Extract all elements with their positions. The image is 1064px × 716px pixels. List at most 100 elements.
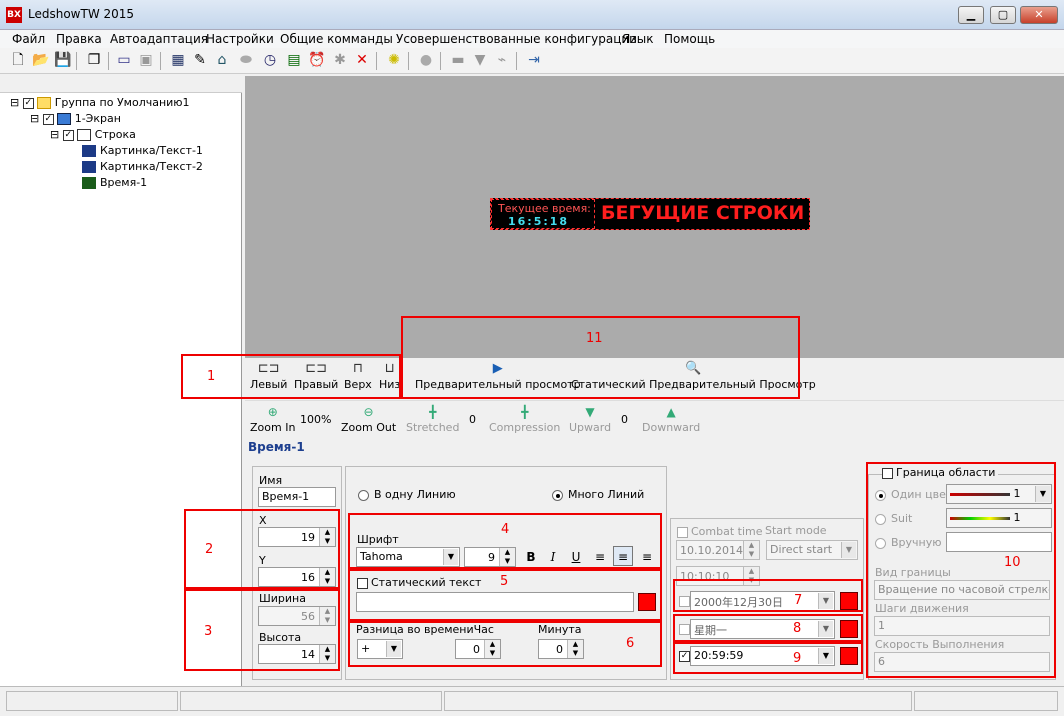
tree-item-time-1[interactable]: Время-1: [82, 176, 147, 189]
upward-button[interactable]: ▼ Upward: [569, 403, 611, 434]
stop-icon[interactable]: ●: [418, 52, 434, 68]
menu-settings[interactable]: Настройки: [206, 32, 274, 46]
usb-icon[interactable]: ⌁: [494, 52, 510, 68]
tree-item-text-1[interactable]: Картинка/Текст-1: [82, 144, 203, 157]
status-cell: [444, 691, 912, 711]
house-icon[interactable]: ⌂: [214, 52, 230, 68]
ellipse-icon[interactable]: ⬬: [238, 52, 254, 68]
bulb-icon[interactable]: ✺: [386, 52, 402, 68]
multi-line-label: Много Линий: [568, 488, 645, 501]
minimize-button[interactable]: ▁: [958, 6, 984, 24]
status-cell: [914, 691, 1058, 711]
upward-label: Upward: [569, 421, 612, 434]
tree-item-label: Картинка/Текст-2: [100, 160, 203, 173]
status-cell: [180, 691, 442, 711]
tree-node-group[interactable]: ⊟ ✓ Группа по Умолчанию1: [10, 96, 190, 109]
combat-time-checkbox[interactable]: Combat time: [677, 525, 763, 538]
menu-language[interactable]: Язык: [622, 32, 653, 46]
status-bar: [0, 686, 1064, 716]
downward-button[interactable]: ▲ Downward: [642, 403, 700, 434]
clock-icon[interactable]: ◷: [262, 52, 278, 68]
compression-label: Compression: [489, 421, 561, 434]
title-bar: BX LedshowTW 2015 ▁ ▢ ✕: [0, 0, 1064, 30]
tree-node-screen[interactable]: ⊟ ✓ 1-Экран: [30, 112, 121, 125]
zoom-toolbar: ⊕ Zoom In 100% ⊖ Zoom Out ╋ Stretched 0 ╋ Co…: [245, 400, 1064, 438]
multi-line-radio[interactable]: Много Линий: [552, 488, 644, 501]
edit-icon[interactable]: ✎: [192, 52, 208, 68]
grid-icon[interactable]: ▦: [170, 52, 186, 68]
maximize-button[interactable]: ▢: [990, 6, 1016, 24]
zoom-out-button[interactable]: ⊖ Zoom Out: [341, 403, 396, 434]
annotation-number: 11: [586, 331, 603, 346]
image-icon[interactable]: ▣: [138, 52, 154, 68]
grid-icon: [82, 145, 96, 157]
single-line-label: В одну Линию: [374, 488, 456, 501]
zoom-in-label: Zoom In: [250, 421, 296, 434]
menu-advanced-config[interactable]: Усовершенствованные конфигурации: [396, 32, 637, 46]
date-stepper[interactable]: 10.10.2014 ▲ ▼: [676, 540, 760, 560]
stretched-label: Stretched: [406, 421, 460, 434]
status-cell: [6, 691, 178, 711]
zoom-in-button[interactable]: ⊕ Zoom In: [250, 403, 295, 434]
download-icon[interactable]: ▼: [472, 52, 488, 68]
annotation-number: 9: [793, 651, 802, 666]
tree-node-row[interactable]: ⊟ ✓ Строка: [50, 128, 136, 141]
zoom-in-icon: ⊕: [267, 405, 278, 419]
group-checkbox[interactable]: ✓: [22, 97, 34, 109]
time-area[interactable]: Текущее время: 16:5:18: [491, 199, 595, 229]
annotation-box-11: [401, 316, 800, 399]
name-label: Имя: [259, 474, 283, 487]
tree-item-text-2[interactable]: Картинка/Текст-2: [82, 160, 203, 173]
led-display[interactable]: Текущее время: 16:5:18 БЕГУЩИЕ СТРОКИ: [490, 198, 810, 230]
screen-checkbox[interactable]: ✓: [42, 113, 54, 125]
tree-header: [0, 76, 242, 93]
alarm-icon[interactable]: ⏰: [308, 52, 325, 68]
single-line-radio[interactable]: В одну Линию: [358, 488, 456, 501]
menu-common-commands[interactable]: Общие комманды: [280, 32, 393, 46]
annotation-number: 4: [501, 522, 510, 537]
screen-icon[interactable]: ▭: [116, 52, 132, 68]
annotation-box-10: [866, 462, 1056, 678]
tree-row-label: Строка: [94, 128, 136, 141]
windows-icon[interactable]: ❐: [86, 52, 102, 68]
open-folder-icon[interactable]: 📂: [32, 52, 49, 68]
menu-autoadapt[interactable]: Автоадаптация: [110, 32, 208, 46]
close-button[interactable]: ✕: [1020, 6, 1058, 24]
compression-button[interactable]: ╋ Compression: [489, 403, 560, 434]
properties-title: Время-1: [248, 440, 305, 454]
puzzle-icon[interactable]: ✱: [332, 52, 348, 68]
digital-clock-icon: [82, 177, 96, 189]
menu-help[interactable]: Помощь: [664, 32, 715, 46]
upward-value: 0: [621, 413, 628, 426]
menu-edit[interactable]: Правка: [56, 32, 102, 46]
window-title: LedshowTW 2015: [28, 7, 135, 21]
menu-file[interactable]: Файл: [12, 32, 45, 46]
spin-arrows-icon[interactable]: ▲ ▼: [743, 541, 759, 559]
start-mode-select[interactable]: Direct start ▼: [766, 540, 858, 560]
exit-icon[interactable]: ⇥: [526, 52, 542, 68]
start-mode-label: Start mode: [765, 524, 827, 537]
annotation-box-9: [673, 642, 863, 674]
new-file-icon[interactable]: 🗋: [10, 52, 26, 68]
annotation-box-7: [673, 579, 863, 612]
compress-icon: ╋: [521, 405, 529, 419]
zoom-out-icon: ⊖: [363, 405, 374, 419]
stretched-button[interactable]: ╋ Stretched: [406, 403, 459, 434]
monitor-icon: [56, 113, 71, 125]
zoom-level: 100%: [300, 413, 332, 426]
downward-label: Downward: [642, 421, 701, 434]
save-icon[interactable]: 💾: [54, 52, 71, 68]
tree-item-label: Картинка/Текст-1: [100, 144, 203, 157]
checkbox-unchecked: [677, 526, 688, 538]
combat-time-label: Combat time: [691, 525, 763, 538]
send-icon[interactable]: ▬: [450, 52, 466, 68]
chevron-down-icon: ▼: [841, 542, 856, 558]
name-field[interactable]: Время-1: [258, 487, 336, 507]
annotation-number: 5: [500, 574, 509, 589]
annotation-number: 7: [794, 593, 803, 608]
annotation-box-6: [348, 621, 662, 667]
delete-icon[interactable]: ✕: [354, 52, 370, 68]
digital-clock-icon[interactable]: ▤: [286, 52, 302, 68]
tree-group-label: Группа по Умолчанию1: [54, 96, 190, 109]
row-checkbox[interactable]: ✓: [62, 129, 74, 141]
